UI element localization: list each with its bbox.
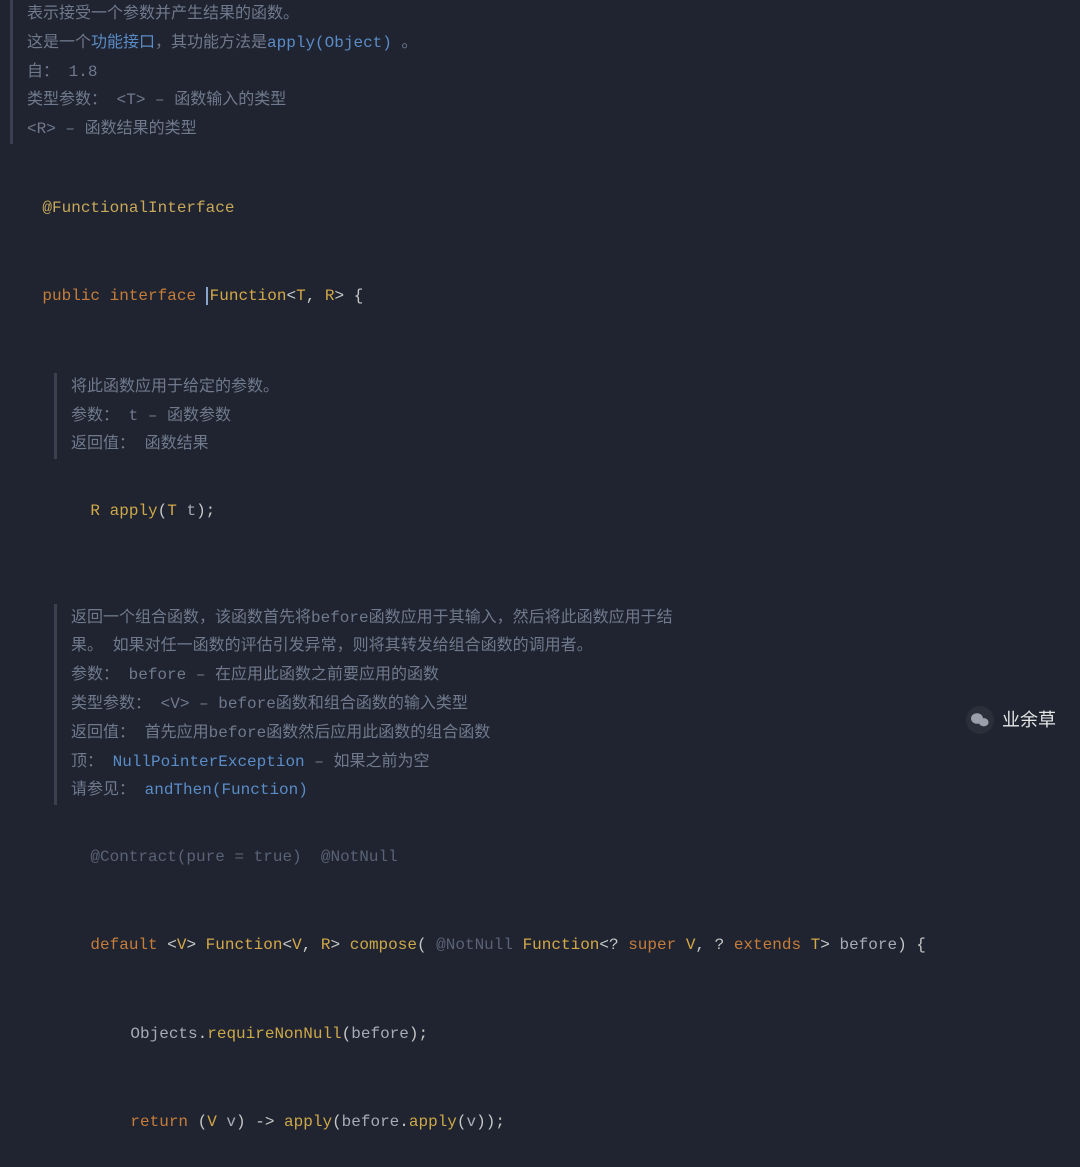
interface-doc-block: 表示接受一个参数并产生结果的函数。 这是一个功能接口，其功能方法是apply(O… xyxy=(10,0,1080,144)
watermark-text: 业余草 xyxy=(1002,704,1056,736)
code-editor[interactable]: @FunctionalInterface public interface Fu… xyxy=(0,164,1080,1167)
doc-description: 表示接受一个参数并产生结果的函数。 xyxy=(27,0,1080,29)
doc-since: 自： 1.8 xyxy=(27,58,1080,87)
watermark: 业余草 xyxy=(966,704,1056,736)
compose-annotations: @Contract(pure = true) @NotNull xyxy=(4,813,1080,901)
andthen-link[interactable]: andThen(Function) xyxy=(145,781,308,799)
apply-method-link[interactable]: apply(Object) xyxy=(267,34,392,52)
wechat-icon xyxy=(966,706,994,734)
apply-doc-block: 将此函数应用于给定的参数。 参数： t – 函数参数 返回值： 函数结果 xyxy=(54,373,1080,459)
functional-interface-annotation: @FunctionalInterface xyxy=(42,199,234,217)
compose-body-return: return (V v) -> apply(before.apply(v)); xyxy=(4,1078,1080,1166)
doc-typeparam-t: 类型参数： <T> – 函数输入的类型 xyxy=(27,86,1080,115)
compose-body-requirenonnull: Objects.requireNonNull(before); xyxy=(4,990,1080,1078)
compose-method-signature: default <V> Function<V, R> compose( @Not… xyxy=(4,902,1080,990)
annotation-line: @FunctionalInterface xyxy=(4,164,1080,252)
doc-typeparam-r: <R> – 函数结果的类型 xyxy=(27,115,1080,144)
compose-doc-block: 返回一个组合函数，该函数首先将before函数应用于其输入，然后将此函数应用于结… xyxy=(54,604,1080,806)
functional-interface-link[interactable]: 功能接口 xyxy=(91,34,155,52)
npe-link[interactable]: NullPointerException xyxy=(113,753,305,771)
doc-functional-note: 这是一个功能接口，其功能方法是apply(Object) 。 xyxy=(27,29,1080,58)
interface-declaration: public interface Function<T, R> { xyxy=(4,252,1080,340)
apply-method-signature: R apply(T t); xyxy=(4,467,1080,555)
